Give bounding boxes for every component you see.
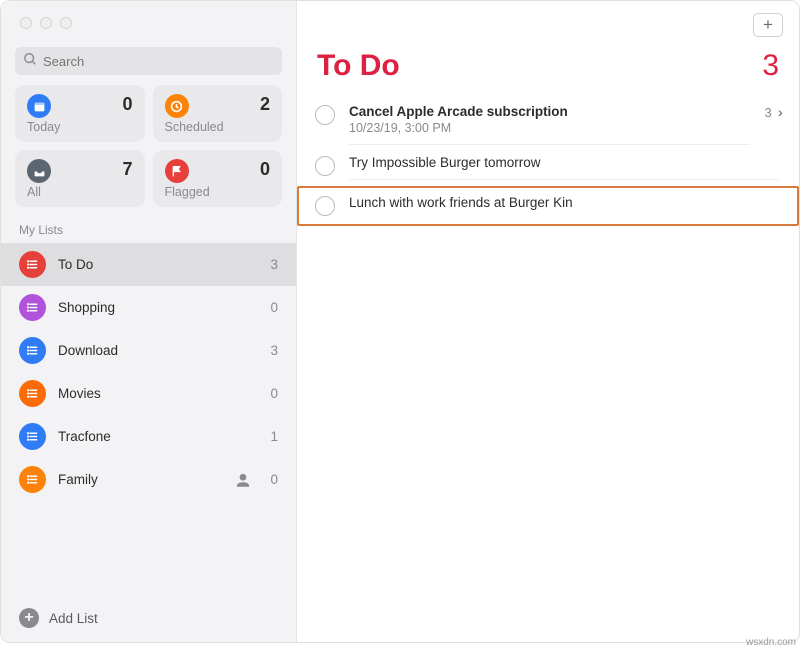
add-reminder-button[interactable]: + (753, 13, 783, 37)
card-scheduled-count: 2 (260, 94, 270, 115)
calendar-icon (27, 94, 51, 118)
sidebar-item-label: Tracfone (58, 429, 258, 444)
sidebar-item-download[interactable]: Download 3 (1, 329, 296, 372)
list-icon (19, 337, 46, 364)
reminder-row[interactable]: Cancel Apple Arcade subscription 10/23/1… (297, 95, 799, 146)
flag-icon (165, 159, 189, 183)
page-title: To Do (317, 49, 400, 83)
reminder-body: Lunch with work friends at Burger Kin (349, 195, 779, 219)
window-controls (1, 1, 296, 29)
zoom-window-button[interactable] (60, 17, 72, 29)
card-today[interactable]: 0 Today (15, 85, 145, 142)
card-flagged-label: Flagged (165, 185, 271, 199)
sidebar-item-count: 3 (270, 257, 278, 272)
card-scheduled[interactable]: 2 Scheduled (153, 85, 283, 142)
sidebar-item-label: Family (58, 472, 222, 487)
card-all-label: All (27, 185, 133, 199)
card-flagged[interactable]: 0 Flagged (153, 150, 283, 207)
sidebar-item-shopping[interactable]: Shopping 0 (1, 286, 296, 329)
clock-icon (165, 94, 189, 118)
card-scheduled-label: Scheduled (165, 120, 271, 134)
reminder-row[interactable]: Try Impossible Burger tomorrow (297, 146, 799, 186)
sidebar-item-label: Shopping (58, 300, 258, 315)
main-pane: + To Do 3 Cancel Apple Arcade subscripti… (297, 1, 799, 642)
card-today-label: Today (27, 120, 133, 134)
list-total-count: 3 (762, 49, 779, 83)
minimize-window-button[interactable] (40, 17, 52, 29)
sidebar-item-tracfone[interactable]: Tracfone 1 (1, 415, 296, 458)
sidebar-item-todo[interactable]: To Do 3 (1, 243, 296, 286)
sidebar-item-count: 1 (270, 429, 278, 444)
my-lists-header: My Lists (1, 219, 296, 243)
list-items: To Do 3 Shopping 0 Download 3 (1, 243, 296, 594)
app-window: 0 Today 2 Scheduled 7 (0, 0, 800, 643)
reminder-meta[interactable]: 3 ›› (764, 104, 779, 120)
card-all[interactable]: 7 All (15, 150, 145, 207)
sidebar-item-count: 0 (270, 300, 278, 315)
search-input[interactable] (15, 47, 282, 75)
subtask-count: 3 (764, 105, 771, 120)
sidebar-item-count: 0 (270, 386, 278, 401)
reminder-body: Cancel Apple Arcade subscription 10/23/1… (349, 104, 750, 145)
reminders-list: Cancel Apple Arcade subscription 10/23/1… (297, 83, 799, 226)
sidebar: 0 Today 2 Scheduled 7 (1, 1, 297, 642)
add-list-button[interactable]: + Add List (1, 594, 296, 642)
search-icon (23, 52, 37, 66)
complete-toggle[interactable] (315, 156, 335, 176)
sidebar-item-label: To Do (58, 257, 258, 272)
plus-icon: + (763, 15, 773, 35)
card-today-count: 0 (122, 94, 132, 115)
complete-toggle[interactable] (315, 196, 335, 216)
list-icon (19, 466, 46, 493)
card-flagged-count: 0 (260, 159, 270, 180)
sidebar-item-count: 3 (270, 343, 278, 358)
reminder-title: Cancel Apple Arcade subscription (349, 104, 750, 119)
sidebar-item-count: 0 (270, 472, 278, 487)
close-window-button[interactable] (20, 17, 32, 29)
search-wrap (1, 29, 296, 85)
reminder-row[interactable]: Lunch with work friends at Burger Kin (297, 186, 799, 226)
list-icon (19, 251, 46, 278)
attribution: wsxdn.com (746, 637, 796, 648)
sidebar-item-label: Movies (58, 386, 258, 401)
smart-list-cards: 0 Today 2 Scheduled 7 (1, 85, 296, 219)
reminder-body: Try Impossible Burger tomorrow (349, 155, 779, 180)
shared-icon (234, 471, 252, 489)
card-all-count: 7 (122, 159, 132, 180)
reminder-subtitle: 10/23/19, 3:00 PM (349, 121, 750, 135)
add-list-label: Add List (49, 611, 98, 626)
list-icon (19, 423, 46, 450)
list-header: To Do 3 (297, 1, 799, 83)
sidebar-item-label: Download (58, 343, 258, 358)
tray-icon (27, 159, 51, 183)
chevron-right-icon: ›› (778, 104, 779, 120)
list-icon (19, 380, 46, 407)
plus-circle-icon: + (19, 608, 39, 628)
reminder-title: Try Impossible Burger tomorrow (349, 155, 779, 170)
list-icon (19, 294, 46, 321)
complete-toggle[interactable] (315, 105, 335, 125)
sidebar-item-movies[interactable]: Movies 0 (1, 372, 296, 415)
reminder-title: Lunch with work friends at Burger Kin (349, 195, 779, 210)
sidebar-item-family[interactable]: Family 0 (1, 458, 296, 501)
